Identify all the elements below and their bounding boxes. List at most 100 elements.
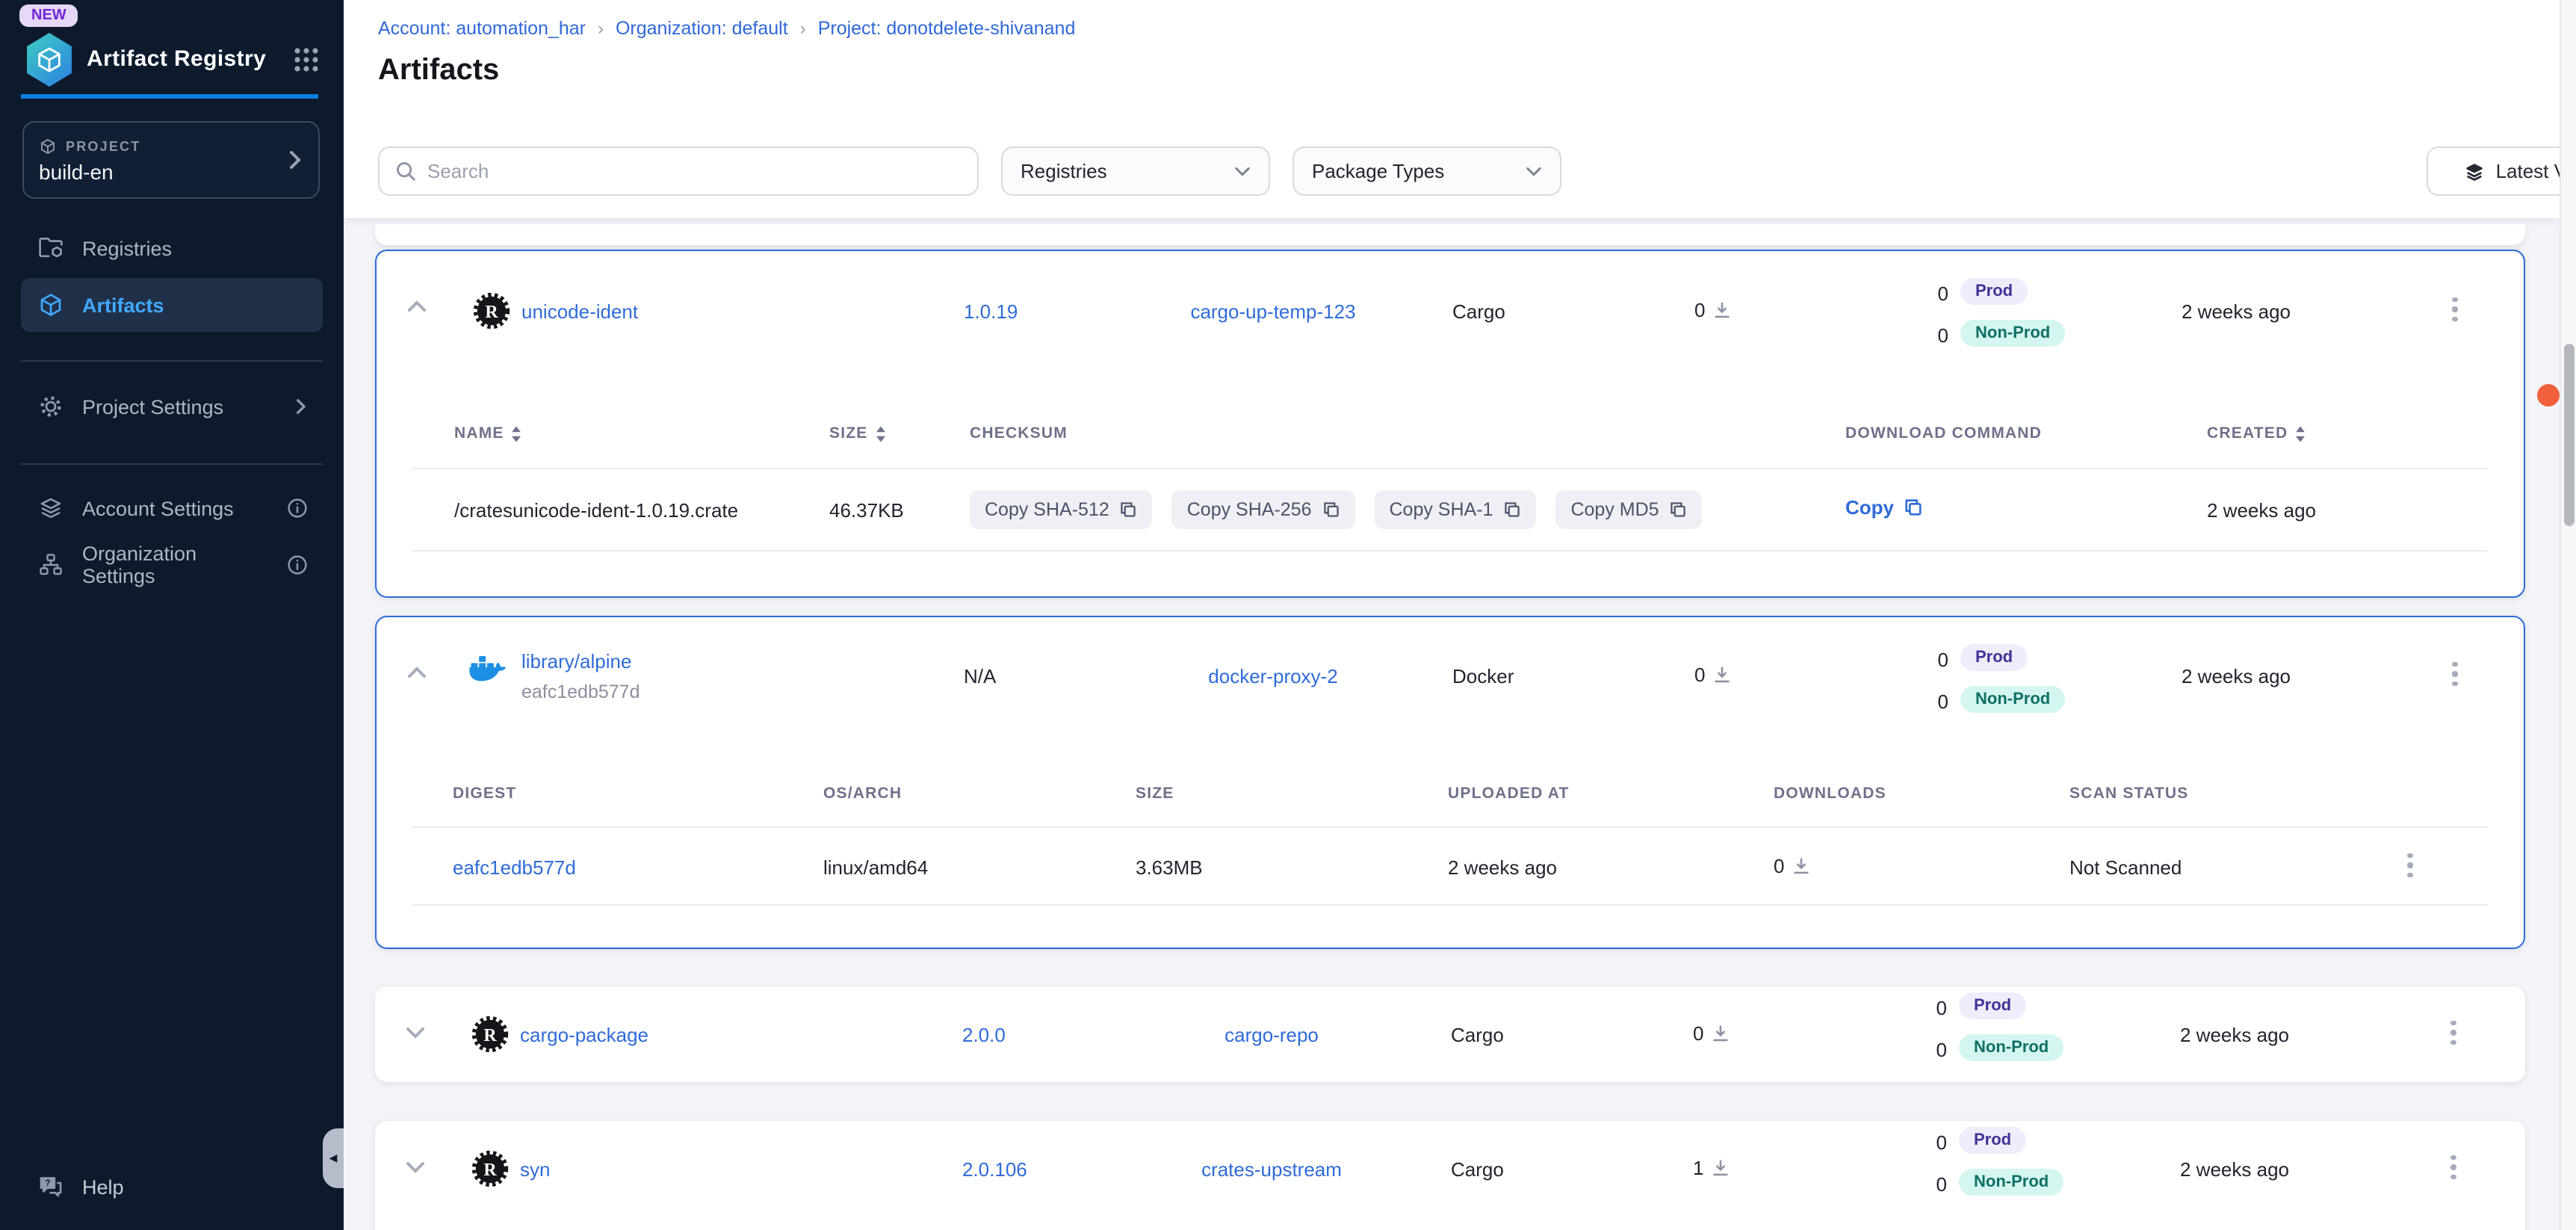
help-label: Help: [82, 1175, 124, 1198]
sidebar-item-project-settings[interactable]: Project Settings: [21, 380, 323, 433]
cube-icon: [37, 291, 64, 318]
column-header-scan-status: SCAN STATUS: [2069, 785, 2188, 803]
registries-filter-label: Registries: [1021, 160, 1107, 182]
rust-icon: R: [471, 1015, 510, 1054]
digest-link[interactable]: eafc1edb577d: [453, 856, 576, 879]
artifact-name-link[interactable]: library/alpine: [521, 650, 631, 673]
app-switcher-grid-icon[interactable]: [293, 46, 320, 73]
app-logo-cube-icon: [24, 33, 75, 87]
artifact-version: N/A: [964, 665, 996, 687]
info-icon[interactable]: [287, 554, 323, 575]
breadcrumb-separator: ›: [800, 18, 806, 39]
downloads-count: 0: [1693, 1022, 1703, 1045]
svg-text:R: R: [483, 1161, 497, 1180]
artifact-registry-link[interactable]: crates-upstream: [1152, 1158, 1391, 1181]
search-input[interactable]: [427, 160, 962, 182]
column-header-checksum: CHECKSUM: [970, 424, 1068, 442]
column-header-downloads: DOWNLOADS: [1774, 785, 1886, 803]
page-header: Account: automation_har › Organization: …: [344, 0, 2560, 218]
new-badge: NEW: [19, 4, 78, 27]
row-menu-button[interactable]: [2439, 293, 2471, 326]
prod-badge: Prod: [1959, 1127, 2026, 1154]
breadcrumb: Account: automation_har › Organization: …: [378, 18, 1075, 39]
registry-folder-icon: [37, 235, 64, 262]
package-types-filter-dropdown[interactable]: Package Types: [1292, 146, 1561, 196]
download-icon: [1712, 300, 1732, 320]
svg-text:?: ?: [45, 1178, 51, 1188]
artifact-version-link[interactable]: 2.0.0: [962, 1024, 1006, 1046]
divider: [412, 550, 2488, 551]
copy-sha256-button[interactable]: Copy SHA-256: [1172, 490, 1355, 529]
rust-icon: R: [471, 1149, 510, 1188]
project-name: build-en: [39, 159, 303, 183]
artifact-version-link[interactable]: 2.0.106: [962, 1158, 1027, 1181]
copy-sha1-button[interactable]: Copy SHA-1: [1375, 490, 1537, 529]
notification-dot[interactable]: [2537, 384, 2560, 407]
project-selector[interactable]: PROJECT build-en: [22, 121, 320, 199]
expand-row-button[interactable]: [405, 1025, 426, 1040]
downloads-count: 0: [1774, 855, 1784, 877]
collapse-row-button[interactable]: [406, 299, 427, 314]
help-chat-icon: ?: [37, 1173, 64, 1200]
sidebar-item-artifacts[interactable]: Artifacts: [21, 278, 323, 332]
app-window: NEW Artifact Registry PROJECT build-en R…: [0, 0, 2576, 1230]
non-prod-badge: Non-Prod: [1960, 320, 2065, 347]
sidebar-item-organization-settings[interactable]: Organization Settings: [21, 538, 323, 592]
artifact-digest-subtext: eafc1edb577d: [521, 682, 640, 702]
breadcrumb-account-link[interactable]: Account: automation_har: [378, 18, 586, 39]
sidebar-collapse-handle[interactable]: ◀: [323, 1128, 344, 1188]
page-title: Artifacts: [378, 54, 499, 88]
copy-download-command-button[interactable]: Copy: [1845, 496, 1922, 519]
column-header-size[interactable]: SIZE: [829, 424, 886, 442]
scrollbar-track[interactable]: [2560, 0, 2576, 1230]
artifact-name-link[interactable]: syn: [520, 1158, 550, 1181]
svg-text:R: R: [485, 303, 498, 322]
artifact-registry-link[interactable]: docker-proxy-2: [1154, 665, 1393, 687]
artifact-registry-link[interactable]: cargo-up-temp-123: [1154, 300, 1393, 323]
sidebar-item-account-settings[interactable]: Account Settings: [21, 481, 323, 535]
scan-status: Not Scanned: [2069, 856, 2182, 879]
column-header-download-command: DOWNLOAD COMMAND: [1845, 424, 2042, 442]
breadcrumb-project-link[interactable]: Project: donotdelete-shivanand: [818, 18, 1076, 39]
prod-badge: Prod: [1959, 992, 2026, 1019]
copy-sha512-button[interactable]: Copy SHA-512: [970, 490, 1153, 529]
row-menu-button[interactable]: [2437, 1016, 2470, 1049]
brand-underline: [21, 94, 318, 98]
download-icon: [1712, 665, 1732, 684]
row-menu-button[interactable]: [2394, 849, 2427, 882]
docker-icon: [466, 650, 511, 689]
non-prod-count: 0: [1928, 324, 1948, 347]
chevron-right-icon: [285, 149, 303, 170]
row-menu-button[interactable]: [2439, 658, 2471, 690]
org-chart-icon: [37, 551, 64, 578]
artifact-name-link[interactable]: cargo-package: [520, 1024, 648, 1046]
uploaded-at: 2 weeks ago: [1448, 856, 1557, 879]
prod-count: 0: [1926, 997, 1947, 1019]
prod-count: 0: [1928, 649, 1948, 671]
breadcrumb-organization-link[interactable]: Organization: default: [616, 18, 788, 39]
copy-md5-button[interactable]: Copy MD5: [1555, 490, 1702, 529]
created-date: 2 weeks ago: [2180, 1158, 2289, 1181]
artifact-card-cargo-package: R cargo-package 2.0.0 cargo-repo Cargo 0…: [375, 986, 2525, 1082]
help-button[interactable]: ? Help: [21, 1160, 323, 1214]
artifact-version-link[interactable]: 1.0.19: [964, 300, 1018, 323]
column-header-uploaded-at: UPLOADED AT: [1448, 785, 1570, 803]
row-menu-button[interactable]: [2437, 1151, 2470, 1184]
file-size: 46.37KB: [829, 499, 904, 522]
artifact-name-link[interactable]: unicode-ident: [521, 300, 638, 323]
downloads-cell: 0: [1694, 664, 1732, 686]
layers-icon: [37, 495, 64, 522]
column-header-created[interactable]: CREATED: [2207, 424, 2306, 442]
info-icon[interactable]: [287, 498, 323, 519]
latest-versions-button[interactable]: Latest Versions: [2428, 148, 2576, 194]
expand-row-button[interactable]: [405, 1160, 426, 1175]
column-header-name[interactable]: NAME: [454, 424, 522, 442]
registries-filter-dropdown[interactable]: Registries: [1001, 146, 1270, 196]
collapse-row-button[interactable]: [406, 665, 427, 680]
layers-icon: [2465, 161, 2486, 182]
scrollbar-thumb[interactable]: [2564, 344, 2575, 526]
sidebar-item-registries[interactable]: Registries: [21, 221, 323, 275]
app-title: Artifact Registry: [87, 46, 266, 72]
artifact-registry-link[interactable]: cargo-repo: [1152, 1024, 1391, 1046]
package-type: Cargo: [1451, 1158, 1504, 1181]
